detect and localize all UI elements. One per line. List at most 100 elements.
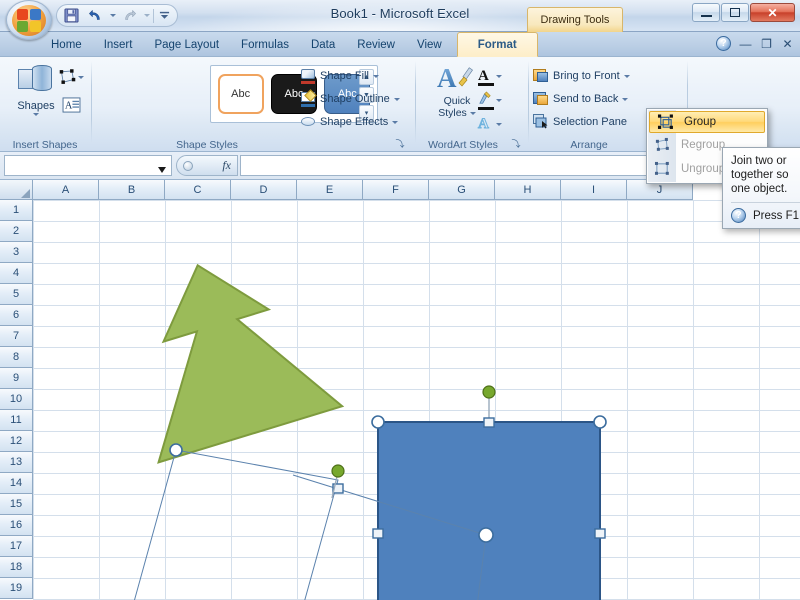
minimize-window-button[interactable] [692,3,720,22]
column-header-B[interactable]: B [99,180,165,200]
restore-icon [730,8,740,17]
redo-icon [125,9,136,20]
tab-data[interactable]: Data [300,33,346,57]
row-header-1[interactable]: 1 [0,200,33,221]
undo-dropdown-arrow[interactable] [109,6,116,25]
shape-effects-button[interactable]: Shape Effects [298,111,402,133]
help-icon[interactable]: ? [716,36,731,51]
close-window-button[interactable]: ✕ [750,3,795,22]
column-header-E[interactable]: E [297,180,363,200]
shape-effects-label: Shape Effects [320,116,389,128]
arrow-shape [157,263,345,464]
name-box[interactable] [4,155,172,176]
shapes-gallery-button[interactable]: Shapes [6,63,66,129]
resize-handle [169,443,183,457]
insert-function-button[interactable]: fx [176,155,238,176]
chevron-down-icon [159,11,169,19]
text-box-button[interactable]: A [58,93,84,117]
shapes-button-label: Shapes [17,100,55,112]
row-header-14[interactable]: 14 [0,473,33,494]
row-header-19[interactable]: 19 [0,578,33,599]
send-to-back-button[interactable]: Send to Back [531,88,632,110]
shape-fill-label: Shape Fill [320,70,369,82]
tab-home[interactable]: Home [40,33,93,57]
shapes-dropdown-arrow[interactable] [33,113,39,116]
row-header-4[interactable]: 4 [0,263,33,284]
column-header-F[interactable]: F [363,180,429,200]
ribbon-tab-strip-controls: ? — ❐ ✕ [716,36,794,51]
row-header-13[interactable]: 13 [0,452,33,473]
row-header-5[interactable]: 5 [0,284,33,305]
tooltip-footer-label: Press F1 f [753,209,800,222]
tab-format[interactable]: Format [456,32,538,57]
shape-outline-dropdown-arrow[interactable] [393,97,400,101]
save-button[interactable] [61,6,82,25]
rectangle-shape [377,421,601,600]
tab-insert[interactable]: Insert [93,33,144,57]
text-box-icon: A [62,97,80,113]
menu-item-group[interactable]: Group [649,111,765,133]
customize-qat-button[interactable] [157,6,171,25]
row-header-15[interactable]: 15 [0,494,33,515]
text-fill-dropdown-arrow[interactable] [496,74,502,78]
resize-handle [483,417,495,428]
wordart-styles-dialog-launcher[interactable]: ⤵ [510,138,522,150]
row-header-10[interactable]: 10 [0,389,33,410]
bring-to-front-label: Bring to Front [553,70,620,82]
quick-styles-dropdown-arrow[interactable] [469,111,476,115]
row-header-3[interactable]: 3 [0,242,33,263]
column-header-I[interactable]: I [561,180,627,200]
shape-outline-button[interactable]: Shape Outline [298,88,404,110]
row-header-17[interactable]: 17 [0,536,33,557]
tab-review[interactable]: Review [346,33,406,57]
tab-view[interactable]: View [406,33,453,57]
selection-pane-label: Selection Pane [553,116,627,128]
row-header-16[interactable]: 16 [0,515,33,536]
drawing-canvas [0,180,800,600]
selection-pane-button[interactable]: Selection Pane [531,111,631,133]
select-all-button[interactable] [0,180,33,200]
row-header-8[interactable]: 8 [0,347,33,368]
tooltip-line-1: Join two or [731,155,787,167]
text-outline-dropdown-arrow[interactable] [496,98,502,102]
office-button[interactable] [6,0,52,40]
row-header-9[interactable]: 9 [0,368,33,389]
text-effects-dropdown-arrow[interactable] [496,122,502,126]
row-header-6[interactable]: 6 [0,305,33,326]
contextual-tab-label: Drawing Tools [527,7,623,32]
name-box-dropdown-arrow[interactable] [158,164,166,176]
shape-style-thumb-1[interactable]: Abc [214,68,267,120]
minimize-ribbon-button[interactable]: — [739,37,752,51]
column-header-A[interactable]: A [33,180,99,200]
bring-to-front-button[interactable]: Bring to Front [531,65,634,87]
text-outline-button[interactable] [478,89,512,111]
send-to-back-dropdown-arrow[interactable] [622,97,629,101]
redo-dropdown-arrow[interactable] [143,6,150,25]
close-workbook-button[interactable]: ✕ [781,37,794,51]
text-fill-button[interactable]: A [478,65,512,87]
column-header-H[interactable]: H [495,180,561,200]
undo-button[interactable] [85,6,106,25]
restore-workbook-button[interactable]: ❐ [760,37,773,51]
tab-page-layout[interactable]: Page Layout [143,33,230,57]
row-header-12[interactable]: 12 [0,431,33,452]
column-header-G[interactable]: G [429,180,495,200]
edit-shape-button[interactable] [58,65,84,89]
bring-to-front-dropdown-arrow[interactable] [623,74,630,78]
tab-formulas[interactable]: Formulas [230,33,300,57]
shape-effects-dropdown-arrow[interactable] [392,120,399,124]
shape-outline-icon [300,89,317,107]
ribbon-tab-strip: Home Insert Page Layout Formulas Data Re… [0,32,800,57]
restore-window-button[interactable] [721,3,749,22]
column-header-D[interactable]: D [231,180,297,200]
text-effects-button[interactable]: A [478,113,512,135]
column-header-C[interactable]: C [165,180,231,200]
row-header-18[interactable]: 18 [0,557,33,578]
shape-fill-dropdown-arrow[interactable] [372,74,379,78]
shape-styles-dialog-launcher[interactable]: ⤵ [394,138,406,150]
row-header-7[interactable]: 7 [0,326,33,347]
row-header-11[interactable]: 11 [0,410,33,431]
shape-fill-button[interactable]: Shape Fill [298,65,383,87]
redo-button[interactable] [119,6,140,25]
row-header-2[interactable]: 2 [0,221,33,242]
